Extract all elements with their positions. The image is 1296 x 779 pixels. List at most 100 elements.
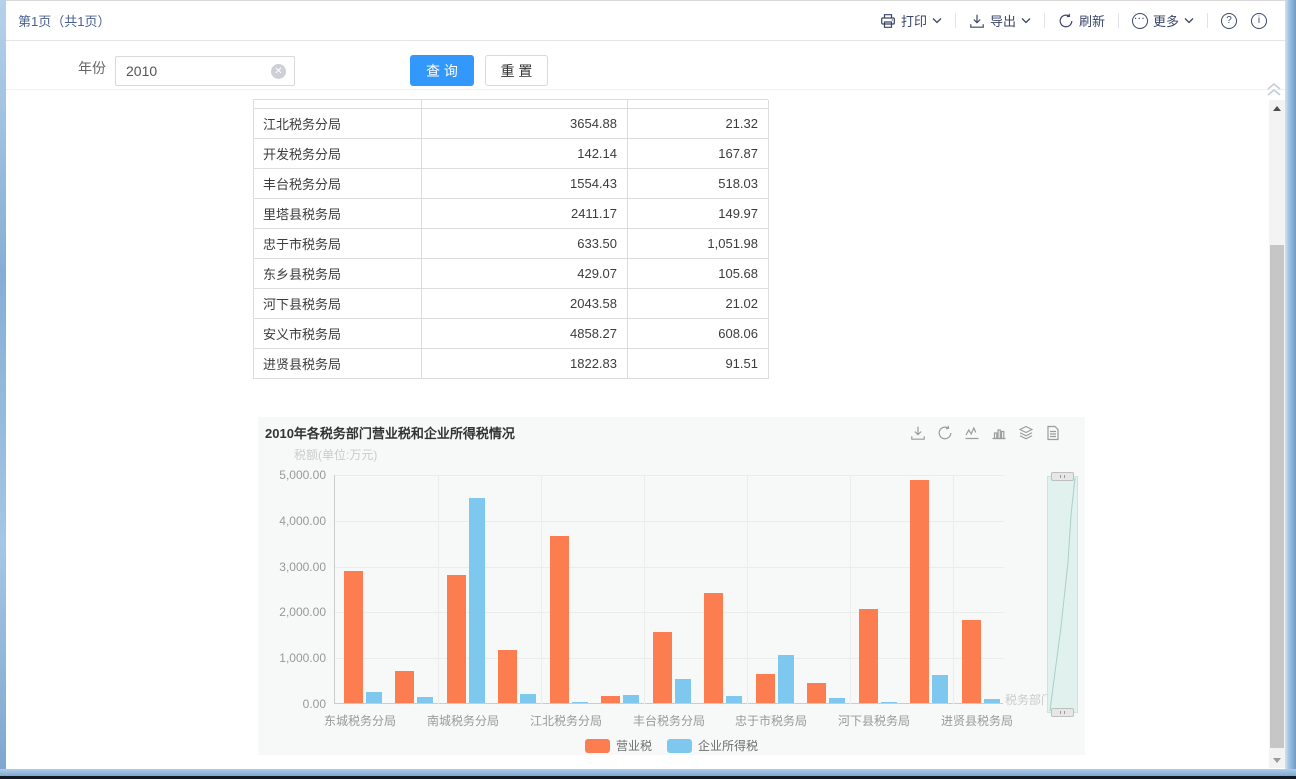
bar-企业所得税 <box>417 697 433 703</box>
cell-value: 142.14 <box>422 139 628 169</box>
legend-swatch <box>667 739 692 753</box>
gridline <box>438 475 439 704</box>
bar-营业税 <box>601 696 620 703</box>
bar-企业所得税 <box>881 702 897 703</box>
cell-bureau-name: 开发税务分局 <box>254 139 422 169</box>
cell-value: 167.87 <box>628 139 769 169</box>
report-table: 江北税务分局3654.8821.32开发税务分局142.14167.87丰台税务… <box>253 99 768 379</box>
cell-bureau-name: 江北税务分局 <box>254 109 422 139</box>
cell-bureau-name: 安义市税务局 <box>254 319 422 349</box>
bar-企业所得税 <box>366 692 382 703</box>
cell-value: 518.03 <box>628 169 769 199</box>
bar-营业税 <box>704 593 723 703</box>
legend-item[interactable]: 营业税 <box>585 737 652 754</box>
bar-企业所得税 <box>932 675 948 703</box>
y-tick-label: 2,000.00 <box>258 605 326 619</box>
cell-value: 91.51 <box>628 349 769 379</box>
bar-营业税 <box>910 480 929 703</box>
bar-企业所得税 <box>726 696 742 703</box>
line-chart-icon[interactable] <box>964 425 980 446</box>
x-tick-label: 南城税务分局 <box>403 712 523 729</box>
scroll-down-button[interactable] <box>1269 752 1285 768</box>
datazoom-handle-bottom[interactable] <box>1051 708 1074 717</box>
chart-legend: 营业税企业所得税 <box>258 737 1085 754</box>
bar-营业税 <box>807 683 826 703</box>
cell-value: 1554.43 <box>422 169 628 199</box>
search-button[interactable]: 查 询 <box>410 55 474 86</box>
info-button[interactable]: i <box>1247 13 1271 29</box>
more-button[interactable]: ··· 更多 <box>1128 11 1198 30</box>
report-viewer-window: 第1页（共1页） 打印 <box>6 0 1285 769</box>
data-view-icon[interactable] <box>1045 425 1061 446</box>
bar-企业所得税 <box>984 699 1000 703</box>
table-row: 江北税务分局3654.8821.32 <box>254 109 768 139</box>
collapse-panel-icon[interactable] <box>1264 82 1285 98</box>
cell-value: 2043.58 <box>422 289 628 319</box>
bar-营业税 <box>859 609 878 703</box>
cell-value: 4858.27 <box>422 319 628 349</box>
vertical-scrollbar[interactable] <box>1269 100 1285 768</box>
gridline <box>335 475 1004 476</box>
print-button[interactable]: 打印 <box>876 11 946 30</box>
printer-icon <box>880 13 896 29</box>
datazoom-handle-top[interactable] <box>1051 472 1074 481</box>
bar-营业税 <box>756 674 775 703</box>
clear-input-icon[interactable]: ✕ <box>271 64 286 79</box>
x-tick-label: 江北税务分局 <box>506 712 626 729</box>
export-button[interactable]: 导出 <box>965 11 1035 30</box>
cell-bureau-name: 河下县税务局 <box>254 289 422 319</box>
year-input[interactable]: 2010 ✕ <box>115 56 295 86</box>
table-row: 里塔县税务局2411.17149.97 <box>254 199 768 229</box>
refresh-button[interactable]: 刷新 <box>1054 11 1109 30</box>
scrollbar-thumb[interactable] <box>1270 245 1284 748</box>
reset-button[interactable]: 重 置 <box>485 55 548 86</box>
cell-value: 608.06 <box>628 319 769 349</box>
year-label: 年份 <box>78 58 106 78</box>
cell-value: 105.68 <box>628 259 769 289</box>
bar-企业所得税 <box>623 695 639 703</box>
bar-企业所得税 <box>675 679 691 703</box>
more-icon: ··· <box>1132 13 1148 29</box>
restore-icon[interactable] <box>937 425 953 446</box>
chart-toolbox <box>910 425 1061 446</box>
chart-container: 2010年各税务部门营业税和企业所得税情况 <box>258 417 1085 755</box>
table-row: 开发税务分局142.14167.87 <box>254 139 768 169</box>
table-row: 安义市税务局4858.27608.06 <box>254 319 768 349</box>
save-image-icon[interactable] <box>910 425 926 446</box>
datazoom-slider[interactable] <box>1047 476 1078 713</box>
chevron-down-icon <box>932 17 942 24</box>
y-tick-label: 4,000.00 <box>258 514 326 528</box>
download-icon <box>969 13 985 29</box>
y-tick-label: 0.00 <box>258 697 326 711</box>
window-border-left <box>0 0 6 779</box>
gridline <box>335 521 1004 522</box>
refresh-icon <box>1058 13 1074 29</box>
question-icon: ? <box>1221 13 1237 29</box>
chevron-down-icon <box>1184 17 1194 24</box>
help-button[interactable]: ? <box>1217 13 1241 29</box>
gridline <box>335 612 1004 613</box>
bar-企业所得税 <box>829 698 845 703</box>
cell-value: 1822.83 <box>422 349 628 379</box>
gridline <box>541 475 542 704</box>
stack-icon[interactable] <box>1018 425 1034 446</box>
bar-企业所得税 <box>520 694 536 703</box>
cell-bureau-name: 忠于市税务局 <box>254 229 422 259</box>
cell-value: 149.97 <box>628 199 769 229</box>
y-tick-label: 5,000.00 <box>258 468 326 482</box>
cell-value: 429.07 <box>422 259 628 289</box>
cell-value: 21.32 <box>628 109 769 139</box>
table-row-partial <box>254 100 768 109</box>
page-indicator: 第1页（共1页） <box>18 11 110 30</box>
bar-营业税 <box>344 571 363 703</box>
bar-营业税 <box>550 536 569 703</box>
cell-value: 633.50 <box>422 229 628 259</box>
legend-item[interactable]: 企业所得税 <box>667 737 758 754</box>
window-border-right <box>1285 0 1296 779</box>
window-border-bottom <box>0 769 1296 776</box>
year-value: 2010 <box>126 63 157 79</box>
bar-chart-icon[interactable] <box>991 425 1007 446</box>
cell-value: 2411.17 <box>422 199 628 229</box>
scroll-up-button[interactable] <box>1269 100 1285 116</box>
gridline <box>335 567 1004 568</box>
